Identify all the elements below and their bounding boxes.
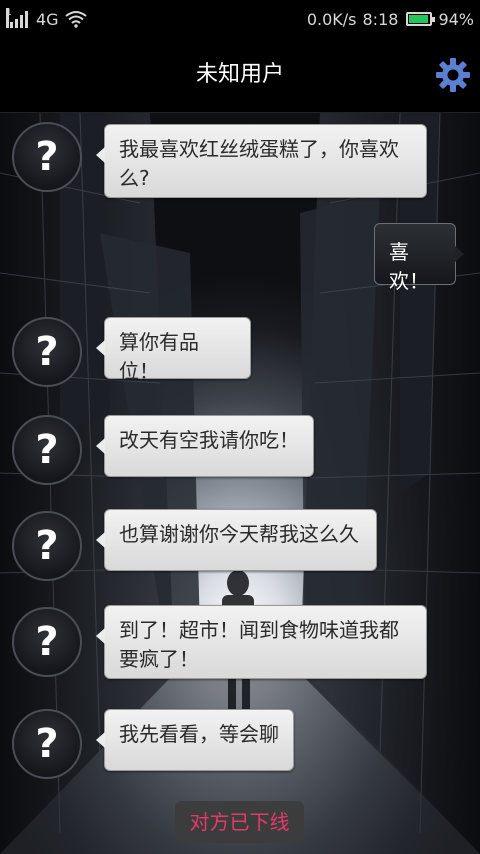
status-bar: 1 4G 0.0K/s 8:18 94% xyxy=(0,0,480,38)
message-bubble-incoming[interactable]: 算你有品位！ xyxy=(96,317,251,383)
message-bubble-incoming[interactable]: 我先看看，等会聊 xyxy=(96,709,294,771)
status-left: 1 4G xyxy=(6,0,87,38)
avatar[interactable]: ? xyxy=(12,122,82,192)
network-type: 4G xyxy=(36,9,59,29)
message-bubble-outgoing[interactable]: 喜欢！ xyxy=(374,223,464,293)
status-right: 0.0K/s 8:18 94% xyxy=(307,0,474,38)
page-title: 未知用户 xyxy=(195,62,284,87)
message-list[interactable]: ? 我最喜欢红丝绒蛋糕了，你喜欢么? 喜欢！ ? 算你有品位！ ? 改天有空我请… xyxy=(0,113,480,854)
wifi-icon xyxy=(64,11,87,28)
avatar[interactable]: ? xyxy=(12,709,82,779)
offline-status-badge: 对方已下线 xyxy=(175,801,304,843)
title-bar: 未知用户 xyxy=(0,38,480,113)
avatar[interactable]: ? xyxy=(12,317,82,387)
network-speed: 0.0K/s xyxy=(306,9,357,29)
battery-percent: 94% xyxy=(438,9,474,29)
message-bubble-incoming[interactable]: 改天有空我请你吃！ xyxy=(96,415,314,477)
message-bubble-incoming[interactable]: 到了！超市！闻到食物味道我都要疯了！ xyxy=(96,605,427,679)
avatar[interactable]: ? xyxy=(12,511,82,581)
avatar[interactable]: ? xyxy=(12,415,82,485)
status-time: 8:18 xyxy=(362,9,399,29)
battery-fill xyxy=(409,15,429,23)
sim-slot-label: 1 xyxy=(6,8,12,28)
gear-icon[interactable] xyxy=(436,58,470,92)
message-bubble-incoming[interactable]: 也算谢谢你今天帮我这么久 xyxy=(96,509,377,571)
message-bubble-incoming[interactable]: 我最喜欢红丝绒蛋糕了，你喜欢么? xyxy=(96,124,427,198)
signal-icon: 1 xyxy=(6,8,30,28)
chat-screen: 1 4G 0.0K/s 8:18 94% 未知用户 ? 我最喜欢红丝绒蛋糕了，你… xyxy=(0,0,480,854)
avatar[interactable]: ? xyxy=(12,607,82,677)
battery-icon xyxy=(406,12,436,26)
